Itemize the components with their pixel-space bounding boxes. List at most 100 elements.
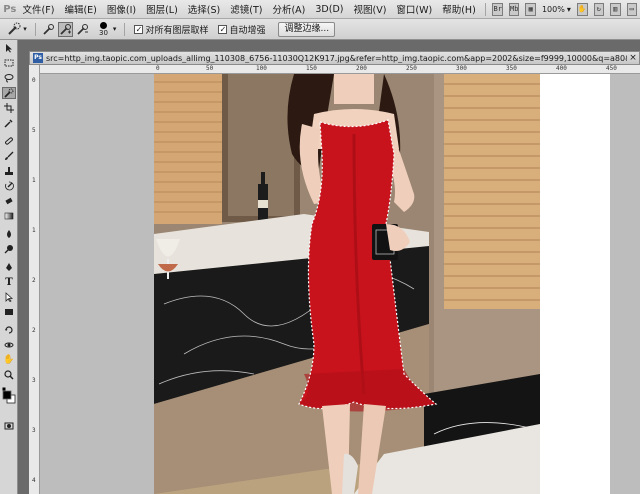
screen-mode-icon[interactable]: ▭ [626, 2, 637, 16]
ruler-label: 450 [606, 65, 617, 72]
menu-image[interactable]: 图像(I) [102, 2, 141, 16]
photo-woman-in-red-dress [154, 74, 540, 494]
menu-view[interactable]: 视图(V) [348, 2, 391, 16]
menu-help[interactable]: 帮助(H) [437, 2, 481, 16]
zoom-dropdown-icon: ▾ [566, 4, 571, 14]
history-brush-icon [5, 181, 14, 191]
path-selection-tool[interactable] [2, 291, 16, 303]
eraser-tool[interactable] [2, 195, 16, 207]
eyedropper-icon [4, 119, 13, 128]
brush-tip-icon [99, 21, 107, 29]
quick-mask-icon [4, 422, 14, 430]
color-swatches[interactable] [2, 386, 16, 408]
3d-orbit-icon [4, 342, 14, 348]
lasso-tool[interactable] [2, 72, 16, 84]
ruler-label: 50 [206, 65, 214, 72]
ruler-label: 5 [32, 127, 36, 134]
dodge-tool[interactable] [2, 243, 16, 255]
type-icon: T [5, 276, 13, 288]
ruler-label: 2 [32, 277, 36, 284]
menu-3d[interactable]: 3D(D) [310, 4, 348, 15]
brush-picker[interactable]: 30 [99, 21, 108, 37]
document-canvas[interactable] [154, 74, 610, 494]
quick-mask-button[interactable] [2, 420, 16, 432]
add-to-selection-button[interactable] [58, 21, 73, 37]
menu-file[interactable]: 文件(F) [18, 2, 60, 16]
ruler-label: 1 [32, 177, 36, 184]
ruler-label: 400 [556, 65, 567, 72]
type-tool[interactable]: T [2, 276, 16, 288]
menu-window[interactable]: 窗口(W) [391, 2, 437, 16]
document-tab[interactable]: Ps src=http_img.taopic.com_uploads_allim… [29, 51, 640, 65]
ruler-label: 150 [306, 65, 317, 72]
subtract-selection-icon [77, 23, 88, 35]
healing-brush-icon [5, 137, 13, 145]
clone-stamp-tool[interactable] [2, 165, 16, 177]
ruler-label: 200 [356, 65, 367, 72]
refine-edge-button[interactable]: 调整边缘... [278, 21, 336, 37]
options-separator [124, 22, 126, 36]
ruler-horizontal[interactable]: 0 50 100 150 200 250 300 350 400 450 [40, 65, 640, 74]
add-to-selection-icon [60, 23, 71, 35]
document-title: src=http_img.taopic.com_uploads_allimg_1… [46, 53, 627, 63]
healing-brush-tool[interactable] [2, 135, 16, 147]
blur-tool[interactable] [2, 228, 16, 240]
ruler-label: 4 [32, 477, 36, 484]
menu-select[interactable]: 选择(S) [183, 2, 225, 16]
crop-tool[interactable] [2, 102, 16, 114]
zoom-icon [4, 370, 14, 380]
ruler-label: 3 [32, 377, 36, 384]
3d-orbit-tool[interactable] [2, 339, 16, 351]
quick-selection-icon [8, 22, 21, 35]
move-tool[interactable] [2, 42, 16, 54]
history-brush-tool[interactable] [2, 180, 16, 192]
view-extras-icon[interactable]: ▦ [525, 2, 536, 16]
new-selection-icon [43, 23, 54, 35]
eyedropper-tool[interactable] [2, 117, 16, 129]
menu-layer[interactable]: 图层(L) [141, 2, 183, 16]
clone-stamp-icon [5, 167, 13, 175]
brush-tool[interactable] [2, 150, 16, 162]
ruler-label: 1 [32, 227, 36, 234]
color-swatches-icon [2, 387, 16, 404]
options-separator [35, 22, 36, 36]
menu-bar: Ps 文件(F) 编辑(E) 图像(I) 图层(L) 选择(S) 滤镜(T) 分… [0, 0, 640, 19]
ruler-label: 250 [406, 65, 417, 72]
gradient-tool[interactable] [2, 210, 16, 222]
rotate-icon[interactable]: ↻ [593, 2, 605, 16]
quick-selection-tool[interactable] [2, 87, 16, 99]
auto-enhance-label: 自动增强 [229, 25, 266, 36]
zoom-level-dropdown[interactable]: 100% ▾ [542, 5, 571, 14]
ruler-label: 0 [32, 77, 36, 84]
menu-filter[interactable]: 滤镜(T) [225, 2, 267, 16]
shape-icon [5, 309, 13, 315]
arrange-icon[interactable]: ▥ [610, 2, 621, 16]
auto-enhance-checkbox[interactable]: ✓ 自动增强 [218, 23, 265, 36]
marquee-tool[interactable] [2, 57, 16, 69]
move-icon [6, 44, 12, 53]
pen-icon [6, 263, 12, 271]
hand-tool[interactable]: ✋ [2, 354, 16, 366]
zoom-tool[interactable] [2, 369, 16, 381]
pen-tool[interactable] [2, 261, 16, 273]
hand-icon[interactable]: ✋ [576, 2, 588, 16]
ruler-label: 3 [32, 427, 36, 434]
mini-bridge-icon[interactable]: Mb [508, 2, 520, 16]
crop-icon [4, 103, 14, 113]
3d-rotate-tool[interactable] [2, 324, 16, 336]
shape-tool[interactable] [2, 306, 16, 318]
ruler-vertical[interactable]: 0 5 1 1 2 2 3 3 4 [29, 65, 40, 494]
menu-edit[interactable]: 编辑(E) [59, 2, 101, 16]
new-selection-button[interactable] [41, 22, 56, 37]
tool-preset-picker[interactable]: ▾ [3, 21, 31, 38]
gradient-icon [4, 212, 14, 220]
blur-icon [7, 230, 11, 238]
sample-all-layers-checkbox[interactable]: ✓ 对所有图层取样 [134, 23, 208, 36]
menu-analysis[interactable]: 分析(A) [267, 2, 310, 16]
close-icon[interactable]: × [627, 53, 639, 63]
ruler-label: 2 [32, 327, 36, 334]
options-bar: ▾ 30 ▾ ✓ 对所有图层取样 ✓ 自动增强 调整边缘... [0, 19, 640, 40]
subtract-selection-button[interactable] [75, 22, 90, 37]
chevron-down-icon[interactable]: ▾ [113, 25, 117, 33]
bridge-icon[interactable]: Br [492, 2, 503, 16]
